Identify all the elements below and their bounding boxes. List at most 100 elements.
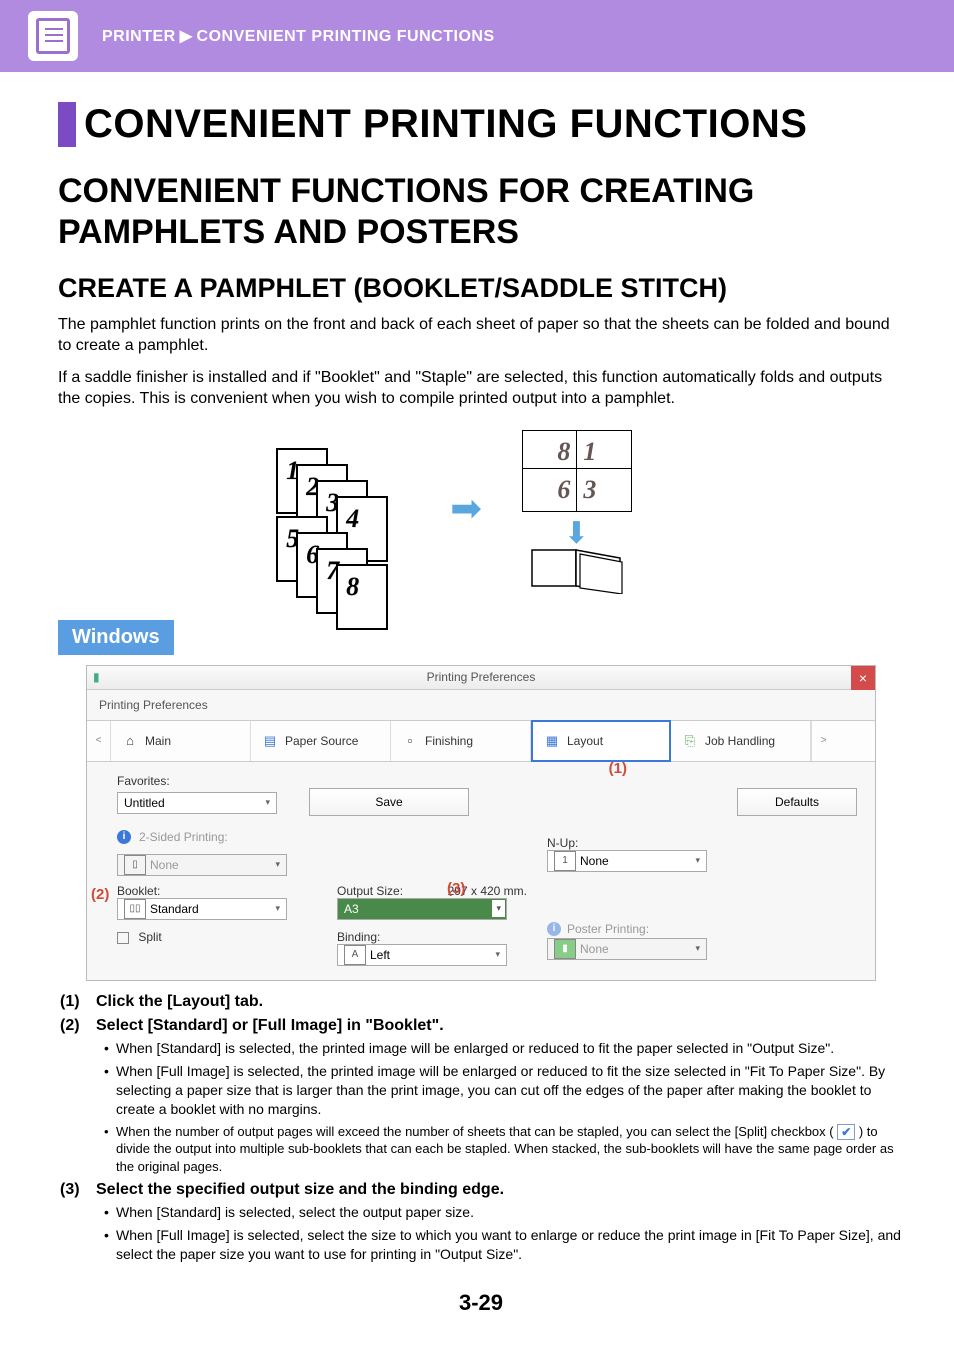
pamphlet-diagram: 1 2 3 4 5 6 7 8 ➡ 81 63 ⬇ (58, 424, 904, 594)
booklet-output-icon (522, 544, 642, 594)
tab-paper-source[interactable]: ▤ Paper Source (251, 721, 391, 761)
step-1-num: (1) (60, 993, 96, 1011)
tab-strip: < ⌂ Main ▤ Paper Source ▫ Finishing ▦ La… (87, 720, 875, 762)
step-3-bullet-1: When [Standard] is selected, select the … (106, 1203, 904, 1222)
output-size-value: A3 (344, 902, 359, 916)
top-banner: PRINTER▶CONVENIENT PRINTING FUNCTIONS (0, 0, 954, 72)
info-icon: i (547, 922, 561, 936)
poster-select: ▮ None ▾ (547, 938, 707, 960)
diagram-loose-sheets: 1 2 3 4 5 6 7 8 (270, 434, 440, 584)
booklet-icon: ▯▯ (124, 899, 146, 919)
step-2: (2)Select [Standard] or [Full Image] in … (60, 1017, 904, 1175)
step-2-bullet-1: When [Standard] is selected, the printed… (106, 1039, 904, 1058)
paragraph-1: The pamphlet function prints on the fron… (58, 314, 904, 357)
tab-main[interactable]: ⌂ Main (111, 721, 251, 761)
poster-icon: ▮ (554, 939, 576, 959)
poster-label: Poster Printing: (567, 922, 649, 936)
nup-label: N-Up: (547, 836, 747, 850)
os-tag-windows: Windows (58, 620, 174, 655)
tab-job-handling-label: Job Handling (705, 734, 775, 748)
section-heading-1: CONVENIENT FUNCTIONS FOR CREATING PAMPHL… (58, 171, 904, 253)
diagram-folded-output: 81 63 ⬇ (492, 424, 692, 594)
binding-select[interactable]: A Left ▾ (337, 944, 507, 966)
step-2-bullet-2: When [Full Image] is selected, the print… (106, 1062, 904, 1119)
defaults-button[interactable]: Defaults (737, 788, 857, 816)
tab-nav-next[interactable]: > (811, 721, 835, 761)
instruction-steps: (1)Click the [Layout] tab. (2)Select [St… (58, 993, 904, 1264)
two-sided-select: ▯ None ▾ (117, 854, 287, 876)
page-title: CONVENIENT PRINTING FUNCTIONS (84, 102, 807, 147)
tab-finishing[interactable]: ▫ Finishing (391, 721, 531, 761)
favorites-value: Untitled (124, 796, 165, 810)
tab-job-handling[interactable]: ⎘ Job Handling (671, 721, 811, 761)
arrow-right-icon: ➡ (450, 486, 482, 531)
paragraph-2: If a saddle finisher is installed and if… (58, 367, 904, 410)
breadcrumb-category[interactable]: PRINTER (102, 28, 176, 45)
two-sided-label: 2-Sided Printing: (139, 830, 228, 844)
binding-label: Binding: (337, 930, 527, 944)
binding-value: Left (370, 948, 390, 962)
breadcrumb-page[interactable]: CONVENIENT PRINTING FUNCTIONS (197, 28, 495, 45)
booklet-value: Standard (150, 902, 199, 916)
tab-layout-label: Layout (567, 734, 603, 748)
output-size-select[interactable]: A3 ▾ (337, 898, 507, 920)
close-button[interactable]: × (851, 666, 875, 690)
step-3-head: Select the specified output size and the… (96, 1181, 504, 1198)
dialog-title: Printing Preferences (427, 670, 536, 684)
nup-value: None (580, 854, 609, 868)
step-2-num: (2) (60, 1017, 96, 1035)
job-icon: ⎘ (681, 732, 699, 750)
booklet-label: Booklet: (117, 884, 317, 898)
binding-icon: A (344, 945, 366, 965)
step-3-num: (3) (60, 1181, 96, 1199)
split-checkbox[interactable] (117, 932, 129, 944)
document-icon (28, 11, 78, 61)
breadcrumb-arrow-icon: ▶ (176, 28, 197, 45)
tab-layout[interactable]: ▦ Layout (531, 720, 671, 762)
callout-2: (2) (91, 886, 109, 903)
step-1-head: Click the [Layout] tab. (96, 993, 263, 1010)
nup-icon: 1 (554, 851, 576, 871)
save-button[interactable]: Save (309, 788, 469, 816)
tab-nav-prev[interactable]: < (87, 721, 111, 761)
step-1: (1)Click the [Layout] tab. (60, 993, 904, 1011)
section-heading-2: CREATE A PAMPHLET (BOOKLET/SADDLE STITCH… (58, 273, 904, 304)
chevron-down-icon: ▾ (492, 900, 505, 917)
chevron-down-icon: ▾ (495, 949, 500, 960)
step-2-bullet-3: When the number of output pages will exc… (106, 1123, 904, 1176)
breadcrumb: PRINTER▶CONVENIENT PRINTING FUNCTIONS (102, 26, 495, 46)
tray-icon: ▤ (261, 732, 279, 750)
poster-value: None (580, 942, 609, 956)
two-sided-value: None (150, 858, 179, 872)
layout-grid-icon: ▦ (543, 732, 561, 750)
chevron-down-icon: ▾ (275, 859, 280, 870)
favorites-select[interactable]: Untitled ▾ (117, 792, 277, 814)
chevron-down-icon: ▾ (695, 943, 700, 954)
chevron-down-icon: ▾ (695, 855, 700, 866)
callout-1: (1) (609, 760, 627, 777)
checked-checkbox-icon: ✔ (837, 1124, 855, 1140)
twosided-icon: ▯ (124, 855, 146, 875)
dialog-titlebar: ▮ Printing Preferences × (87, 666, 875, 690)
dialog-app-icon: ▮ (93, 670, 100, 684)
chevron-down-icon: ▾ (275, 903, 280, 914)
nup-select[interactable]: 1 None ▾ (547, 850, 707, 872)
step-3: (3)Select the specified output size and … (60, 1181, 904, 1264)
callout-3: (3) (447, 880, 465, 897)
output-size-label: Output Size: (337, 884, 403, 898)
title-accent-bar (58, 102, 76, 147)
tab-finishing-label: Finishing (425, 734, 473, 748)
step-2-head: Select [Standard] or [Full Image] in "Bo… (96, 1017, 444, 1034)
step-3-bullet-2: When [Full Image] is selected, select th… (106, 1226, 904, 1264)
dialog-subtitle: Printing Preferences (87, 690, 875, 720)
info-icon[interactable]: i (117, 830, 131, 844)
printing-preferences-dialog: ▮ Printing Preferences × Printing Prefer… (86, 665, 876, 981)
page-number: 3-29 (58, 1290, 904, 1316)
home-icon: ⌂ (121, 732, 139, 750)
favorites-label: Favorites: (117, 774, 297, 788)
dialog-wrapper: ▮ Printing Preferences × Printing Prefer… (58, 665, 904, 981)
page-icon: ▫ (401, 732, 419, 750)
page-title-block: CONVENIENT PRINTING FUNCTIONS (58, 102, 904, 147)
chevron-down-icon: ▾ (265, 797, 270, 808)
booklet-select[interactable]: ▯▯ Standard ▾ (117, 898, 287, 920)
